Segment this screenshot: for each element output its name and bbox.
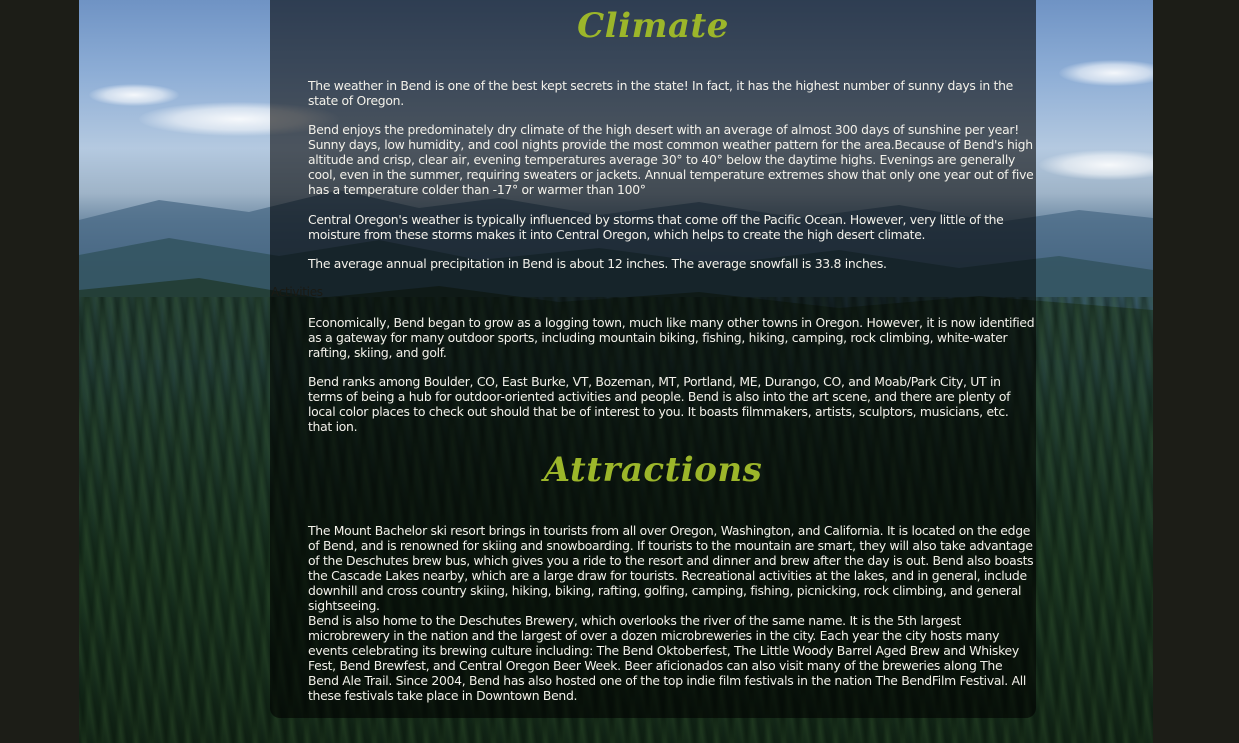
climate-paragraph: Bend enjoys the predominately dry climat… [308,122,1034,197]
cloud-decoration [89,84,179,106]
activities-paragraph: Bend ranks among Boulder, CO, East Burke… [308,374,1011,434]
attractions-paragraph: The Mount Bachelor ski resort brings in … [308,523,1034,613]
climate-heading: Climate [577,6,729,46]
activities-heading: Activities [271,285,323,299]
climate-paragraph: Central Oregon's weather is typically in… [308,212,1004,242]
content-panel: Climate The weather in Bend is one of th… [270,0,1036,718]
attractions-paragraph: Bend is also home to the Deschutes Brewe… [308,613,1027,703]
climate-paragraph: The average annual precipitation in Bend… [308,256,887,271]
cloud-decoration [1059,60,1153,86]
climate-paragraph: The weather in Bend is one of the best k… [308,78,1013,108]
activities-paragraph: Economically, Bend began to grow as a lo… [308,315,1035,360]
attractions-heading: Attractions [543,450,763,490]
